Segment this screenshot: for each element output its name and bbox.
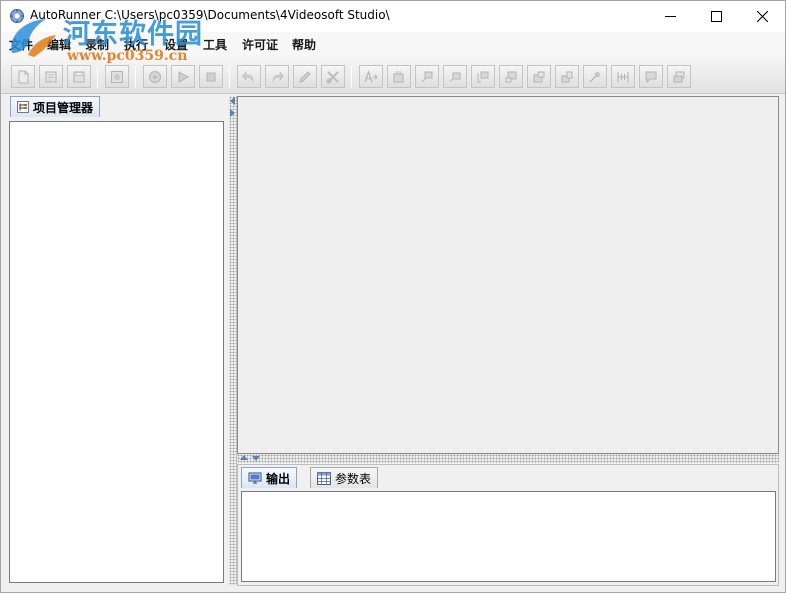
- comment-icon: [645, 71, 657, 83]
- undo-icon: [242, 70, 254, 82]
- format-5-icon: [533, 71, 545, 82]
- tab-parameter-table[interactable]: 参数表: [310, 467, 379, 488]
- minimize-icon: [664, 16, 676, 17]
- menu-record[interactable]: 录制: [85, 36, 109, 53]
- cut-button[interactable]: [321, 65, 345, 88]
- toolbar-separator: [135, 66, 136, 88]
- edit-icon: [299, 70, 311, 83]
- format-2-icon: [449, 72, 461, 81]
- expand-right-icon[interactable]: [230, 109, 235, 117]
- collapse-up-icon[interactable]: [240, 455, 248, 460]
- new-file-button[interactable]: [11, 65, 35, 88]
- minimize-button[interactable]: [647, 1, 693, 32]
- close-button[interactable]: [739, 1, 785, 32]
- tab-output[interactable]: 输出: [241, 467, 298, 488]
- run-button[interactable]: [143, 65, 167, 88]
- toolbar-separator: [97, 66, 98, 88]
- format-5-button[interactable]: [527, 65, 551, 88]
- maximize-icon: [710, 11, 722, 22]
- format-2-button[interactable]: [443, 65, 467, 88]
- tab-label: 参数表: [335, 471, 372, 486]
- save-icon: [73, 71, 85, 82]
- format-6-button[interactable]: [555, 65, 579, 88]
- close-icon: [756, 11, 768, 22]
- menu-settings[interactable]: 设置: [164, 36, 188, 53]
- menu-bar: 文件 编辑 录制 执行 设置 工具 许可证 帮助: [1, 32, 785, 54]
- expand-down-icon[interactable]: [252, 456, 260, 461]
- window-button[interactable]: [667, 65, 691, 88]
- editor-area[interactable]: [237, 96, 779, 454]
- breakpoint-button[interactable]: [611, 65, 635, 88]
- menu-file[interactable]: 文件: [9, 36, 33, 53]
- open-file-button[interactable]: [39, 65, 63, 88]
- cut-icon: [326, 70, 339, 83]
- format-3-button[interactable]: [471, 65, 495, 88]
- format-1-button[interactable]: [415, 65, 439, 88]
- app-icon: [10, 9, 24, 23]
- new-file-icon: [18, 70, 29, 83]
- record-icon: [111, 70, 123, 83]
- format-4-icon: [505, 71, 517, 82]
- menu-run[interactable]: 执行: [124, 36, 148, 53]
- undo-button[interactable]: [237, 65, 261, 88]
- collapse-left-icon[interactable]: [230, 97, 235, 105]
- open-file-icon: [45, 71, 57, 82]
- find-button[interactable]: [387, 65, 411, 88]
- record-button[interactable]: [105, 65, 129, 88]
- output-console[interactable]: [241, 491, 776, 582]
- compile-icon: [589, 71, 601, 82]
- tab-project-manager[interactable]: 项目管理器: [10, 96, 101, 117]
- maximize-button[interactable]: [693, 1, 739, 32]
- menu-edit[interactable]: 编辑: [47, 36, 71, 53]
- save-button[interactable]: [67, 65, 91, 88]
- vertical-splitter[interactable]: [229, 96, 237, 585]
- monitor-icon: [248, 472, 262, 483]
- stop-button[interactable]: [199, 65, 223, 88]
- run-icon: [149, 70, 161, 83]
- text-button[interactable]: [359, 65, 383, 88]
- format-1-icon: [421, 71, 433, 82]
- project-tree[interactable]: [9, 121, 224, 583]
- comment-button[interactable]: [639, 65, 663, 88]
- window-icon: [673, 71, 685, 82]
- menu-license[interactable]: 许可证: [242, 36, 278, 53]
- window-title: AutoRunner C:\Users\pc0359\Documents\4Vi…: [30, 8, 390, 22]
- step-run-icon: [178, 70, 190, 83]
- step-run-button[interactable]: [171, 65, 195, 88]
- toolbar-separator: [351, 66, 352, 88]
- app-window: AutoRunner C:\Users\pc0359\Documents\4Vi…: [0, 0, 786, 593]
- redo-icon: [272, 70, 284, 82]
- find-icon: [393, 70, 404, 82]
- breakpoint-icon: [617, 71, 629, 82]
- format-4-button[interactable]: [499, 65, 523, 88]
- compile-button[interactable]: [583, 65, 607, 88]
- tab-label: 项目管理器: [33, 100, 94, 115]
- project-manager-panel: 项目管理器: [5, 96, 229, 585]
- menu-help[interactable]: 帮助: [292, 36, 316, 53]
- bottom-panel: 输出 参数表: [237, 464, 779, 586]
- stop-icon: [206, 72, 216, 81]
- table-icon: [317, 471, 331, 485]
- horizontal-splitter[interactable]: [237, 454, 779, 463]
- project-tree-icon: [17, 101, 29, 113]
- format-3-icon: [477, 71, 489, 82]
- tab-label: 输出: [266, 471, 291, 486]
- menu-tools[interactable]: 工具: [203, 36, 227, 53]
- toolbar-separator: [229, 66, 230, 88]
- title-bar[interactable]: AutoRunner C:\Users\pc0359\Documents\4Vi…: [1, 1, 785, 32]
- text-icon: [364, 69, 378, 82]
- redo-button[interactable]: [265, 65, 289, 88]
- edit-button[interactable]: [293, 65, 317, 88]
- toolbar: [1, 54, 785, 94]
- format-6-icon: [561, 71, 573, 82]
